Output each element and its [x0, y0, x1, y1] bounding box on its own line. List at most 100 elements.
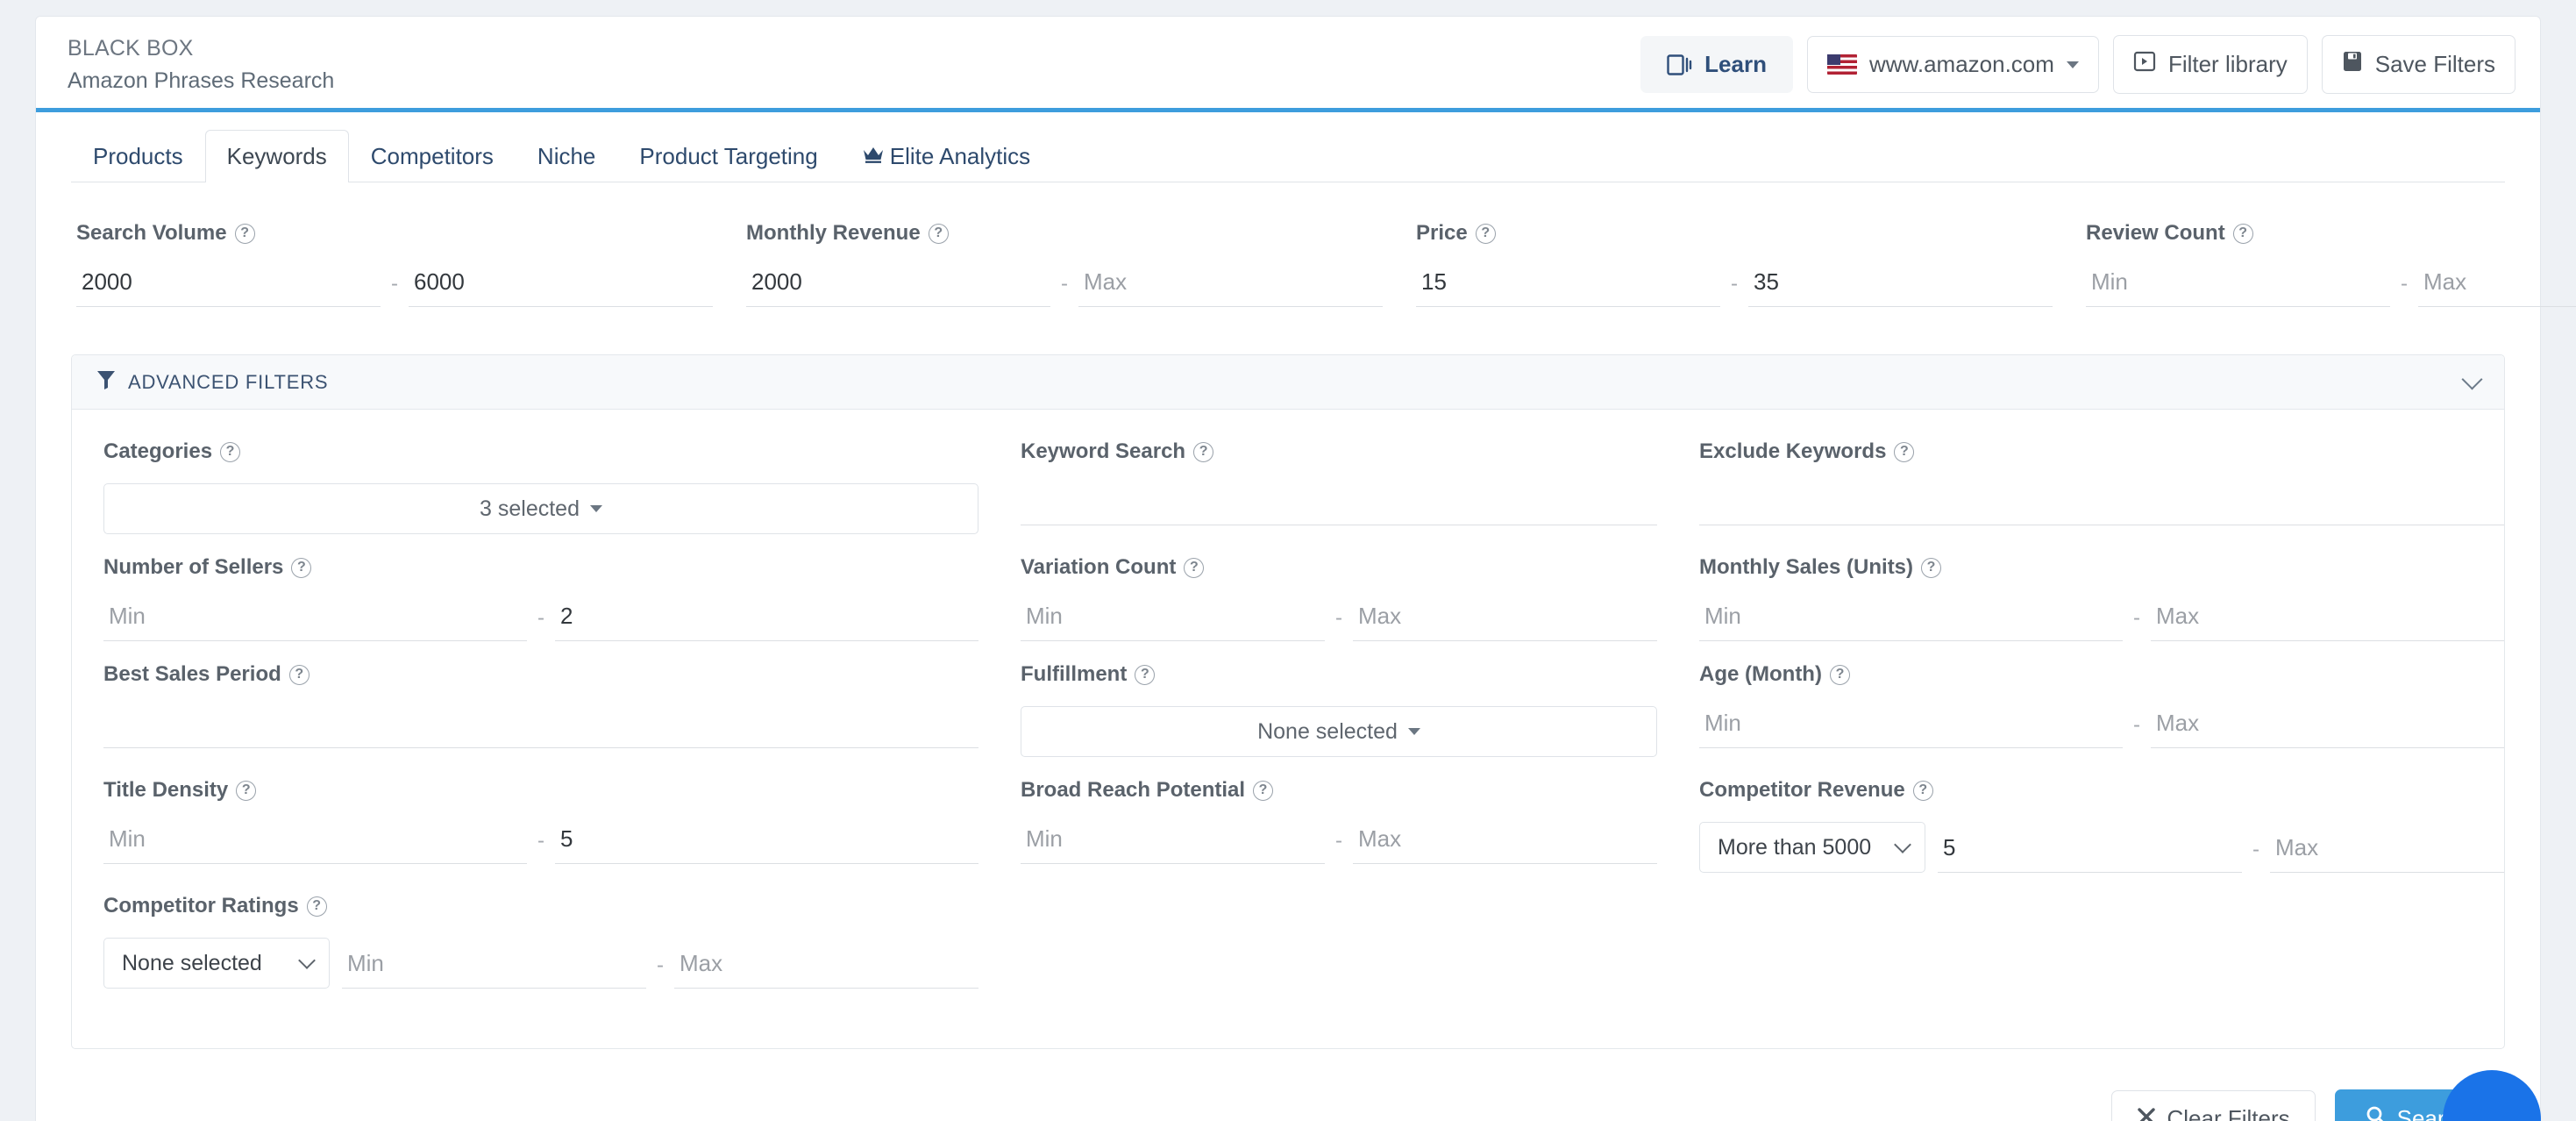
- app-header: BLACK BOX Amazon Phrases Research Learn …: [35, 16, 2541, 112]
- title-density-min-input[interactable]: [103, 822, 527, 864]
- range-inputs: -: [103, 822, 978, 864]
- tab-elite-analytics[interactable]: Elite Analytics: [840, 130, 1052, 182]
- range-inputs: -: [1938, 831, 2504, 873]
- help-icon[interactable]: ?: [236, 780, 257, 801]
- help-icon[interactable]: ?: [220, 441, 241, 462]
- competitor-ratings-min-input[interactable]: [342, 946, 646, 989]
- label-text: Keyword Search: [1021, 439, 1186, 463]
- advanced-filters-body: Categories ? 3 selected Keyword Search ?: [72, 410, 2504, 1048]
- filter-fulfillment-label: Fulfillment ?: [1021, 662, 1657, 687]
- help-icon[interactable]: ?: [1135, 664, 1156, 685]
- range-dash: -: [2252, 838, 2259, 861]
- range-dash: -: [537, 606, 544, 630]
- filter-competitor-revenue: Competitor Revenue ? More than 5000 -: [1699, 778, 2504, 894]
- filter-library-button[interactable]: Filter library: [2112, 35, 2308, 94]
- range-inputs: -: [76, 265, 713, 307]
- monthly-revenue-min-input[interactable]: [746, 265, 1050, 307]
- advanced-filters-header[interactable]: ADVANCED FILTERS: [72, 355, 2504, 410]
- filter-competitor-ratings-label: Competitor Ratings ?: [103, 894, 978, 918]
- range-dash: -: [537, 829, 544, 853]
- filter-monthly-sales-units-label: Monthly Sales (Units) ?: [1699, 555, 2504, 580]
- label-text: Best Sales Period: [103, 662, 281, 686]
- help-icon[interactable]: ?: [306, 896, 327, 917]
- help-icon[interactable]: ?: [1475, 223, 1496, 244]
- label-text: Exclude Keywords: [1699, 439, 1887, 463]
- monthly-sales-units-max-input[interactable]: [2151, 599, 2504, 641]
- tab-product-targeting[interactable]: Product Targeting: [617, 130, 839, 182]
- variation-count-max-input[interactable]: [1353, 599, 1657, 641]
- range-dash: -: [391, 272, 398, 296]
- number-of-sellers-max-input[interactable]: [555, 599, 978, 641]
- save-filters-button[interactable]: Save Filters: [2321, 35, 2516, 94]
- help-icon[interactable]: ?: [1921, 557, 1942, 578]
- help-icon[interactable]: ?: [928, 223, 949, 244]
- help-icon[interactable]: ?: [1193, 441, 1214, 462]
- label-text: Title Density: [103, 778, 229, 802]
- competitor-revenue-min-input[interactable]: [1938, 831, 2242, 873]
- filter-keyword-search-label: Keyword Search ?: [1021, 439, 1657, 464]
- price-max-input[interactable]: [1748, 265, 2053, 307]
- tab-keywords[interactable]: Keywords: [204, 130, 349, 182]
- review-count-max-input[interactable]: [2418, 265, 2576, 307]
- variation-count-min-input[interactable]: [1021, 599, 1325, 641]
- learn-label: Learn: [1704, 51, 1767, 77]
- price-min-input[interactable]: [1416, 265, 1720, 307]
- filter-monthly-revenue: Monthly Revenue ? -: [746, 221, 1383, 328]
- monthly-revenue-max-input[interactable]: [1078, 265, 1383, 307]
- best-sales-period-input[interactable]: [103, 706, 978, 748]
- broad-reach-potential-min-input[interactable]: [1021, 822, 1325, 864]
- advanced-filters-title: ADVANCED FILTERS: [128, 370, 329, 393]
- tab-niche[interactable]: Niche: [516, 130, 617, 182]
- keyword-search-input[interactable]: [1021, 483, 1657, 525]
- competitor-revenue-max-input[interactable]: [2270, 831, 2504, 873]
- filter-number-of-sellers: Number of Sellers ? -: [103, 555, 978, 662]
- competitor-ratings-max-input[interactable]: [674, 946, 978, 989]
- tab-elite-analytics-label: Elite Analytics: [889, 143, 1031, 169]
- competitor-revenue-select[interactable]: More than 5000: [1699, 822, 1925, 873]
- broad-reach-potential-max-input[interactable]: [1353, 822, 1657, 864]
- fulfillment-multiselect[interactable]: None selected: [1021, 706, 1657, 757]
- help-icon[interactable]: ?: [234, 223, 255, 244]
- chevron-up-icon[interactable]: [2461, 368, 2483, 390]
- learn-button[interactable]: Learn: [1640, 36, 1793, 93]
- review-count-min-input[interactable]: [2086, 265, 2390, 307]
- filter-broad-reach-potential: Broad Reach Potential ? -: [1021, 778, 1657, 894]
- marketplace-selector[interactable]: www.amazon.com: [1806, 36, 2099, 93]
- number-of-sellers-min-input[interactable]: [103, 599, 527, 641]
- competitor-ratings-select[interactable]: None selected: [103, 938, 330, 989]
- title-density-max-input[interactable]: [555, 822, 978, 864]
- tab-niche-label: Niche: [537, 143, 596, 169]
- label-text: Age (Month): [1699, 662, 1822, 686]
- clear-filters-button[interactable]: Clear Filters: [2111, 1090, 2316, 1121]
- chevron-down-icon: [1407, 728, 1420, 735]
- label-text: Search Volume: [76, 221, 227, 245]
- help-icon[interactable]: ?: [1184, 557, 1205, 578]
- help-icon[interactable]: ?: [1253, 780, 1274, 801]
- search-volume-min-input[interactable]: [76, 265, 381, 307]
- filter-age-month-label: Age (Month) ?: [1699, 662, 2504, 687]
- label-text: Price: [1416, 221, 1468, 245]
- help-icon[interactable]: ?: [2232, 223, 2253, 244]
- monthly-sales-units-min-input[interactable]: [1699, 599, 2123, 641]
- label-text: Monthly Revenue: [746, 221, 921, 245]
- label-text: Fulfillment: [1021, 662, 1128, 686]
- tab-keywords-label: Keywords: [226, 143, 327, 169]
- help-icon[interactable]: ?: [1894, 441, 1915, 462]
- range-dash: -: [1731, 272, 1738, 296]
- help-icon[interactable]: ?: [288, 664, 310, 685]
- exclude-keywords-input[interactable]: [1699, 483, 2504, 525]
- categories-multiselect[interactable]: 3 selected: [103, 483, 978, 534]
- age-month-min-input[interactable]: [1699, 706, 2123, 748]
- help-icon[interactable]: ?: [291, 557, 312, 578]
- age-month-max-input[interactable]: [2151, 706, 2504, 748]
- filter-price: Price ? -: [1416, 221, 2053, 328]
- help-icon[interactable]: ?: [1912, 780, 1933, 801]
- tab-competitors[interactable]: Competitors: [349, 130, 516, 182]
- search-volume-max-input[interactable]: [409, 265, 713, 307]
- tab-product-targeting-label: Product Targeting: [639, 143, 818, 169]
- filter-variation-count-label: Variation Count ?: [1021, 555, 1657, 580]
- help-icon[interactable]: ?: [1829, 664, 1850, 685]
- tab-products[interactable]: Products: [71, 130, 205, 182]
- funnel-icon: [96, 369, 116, 395]
- advanced-filters-header-left: ADVANCED FILTERS: [96, 369, 328, 395]
